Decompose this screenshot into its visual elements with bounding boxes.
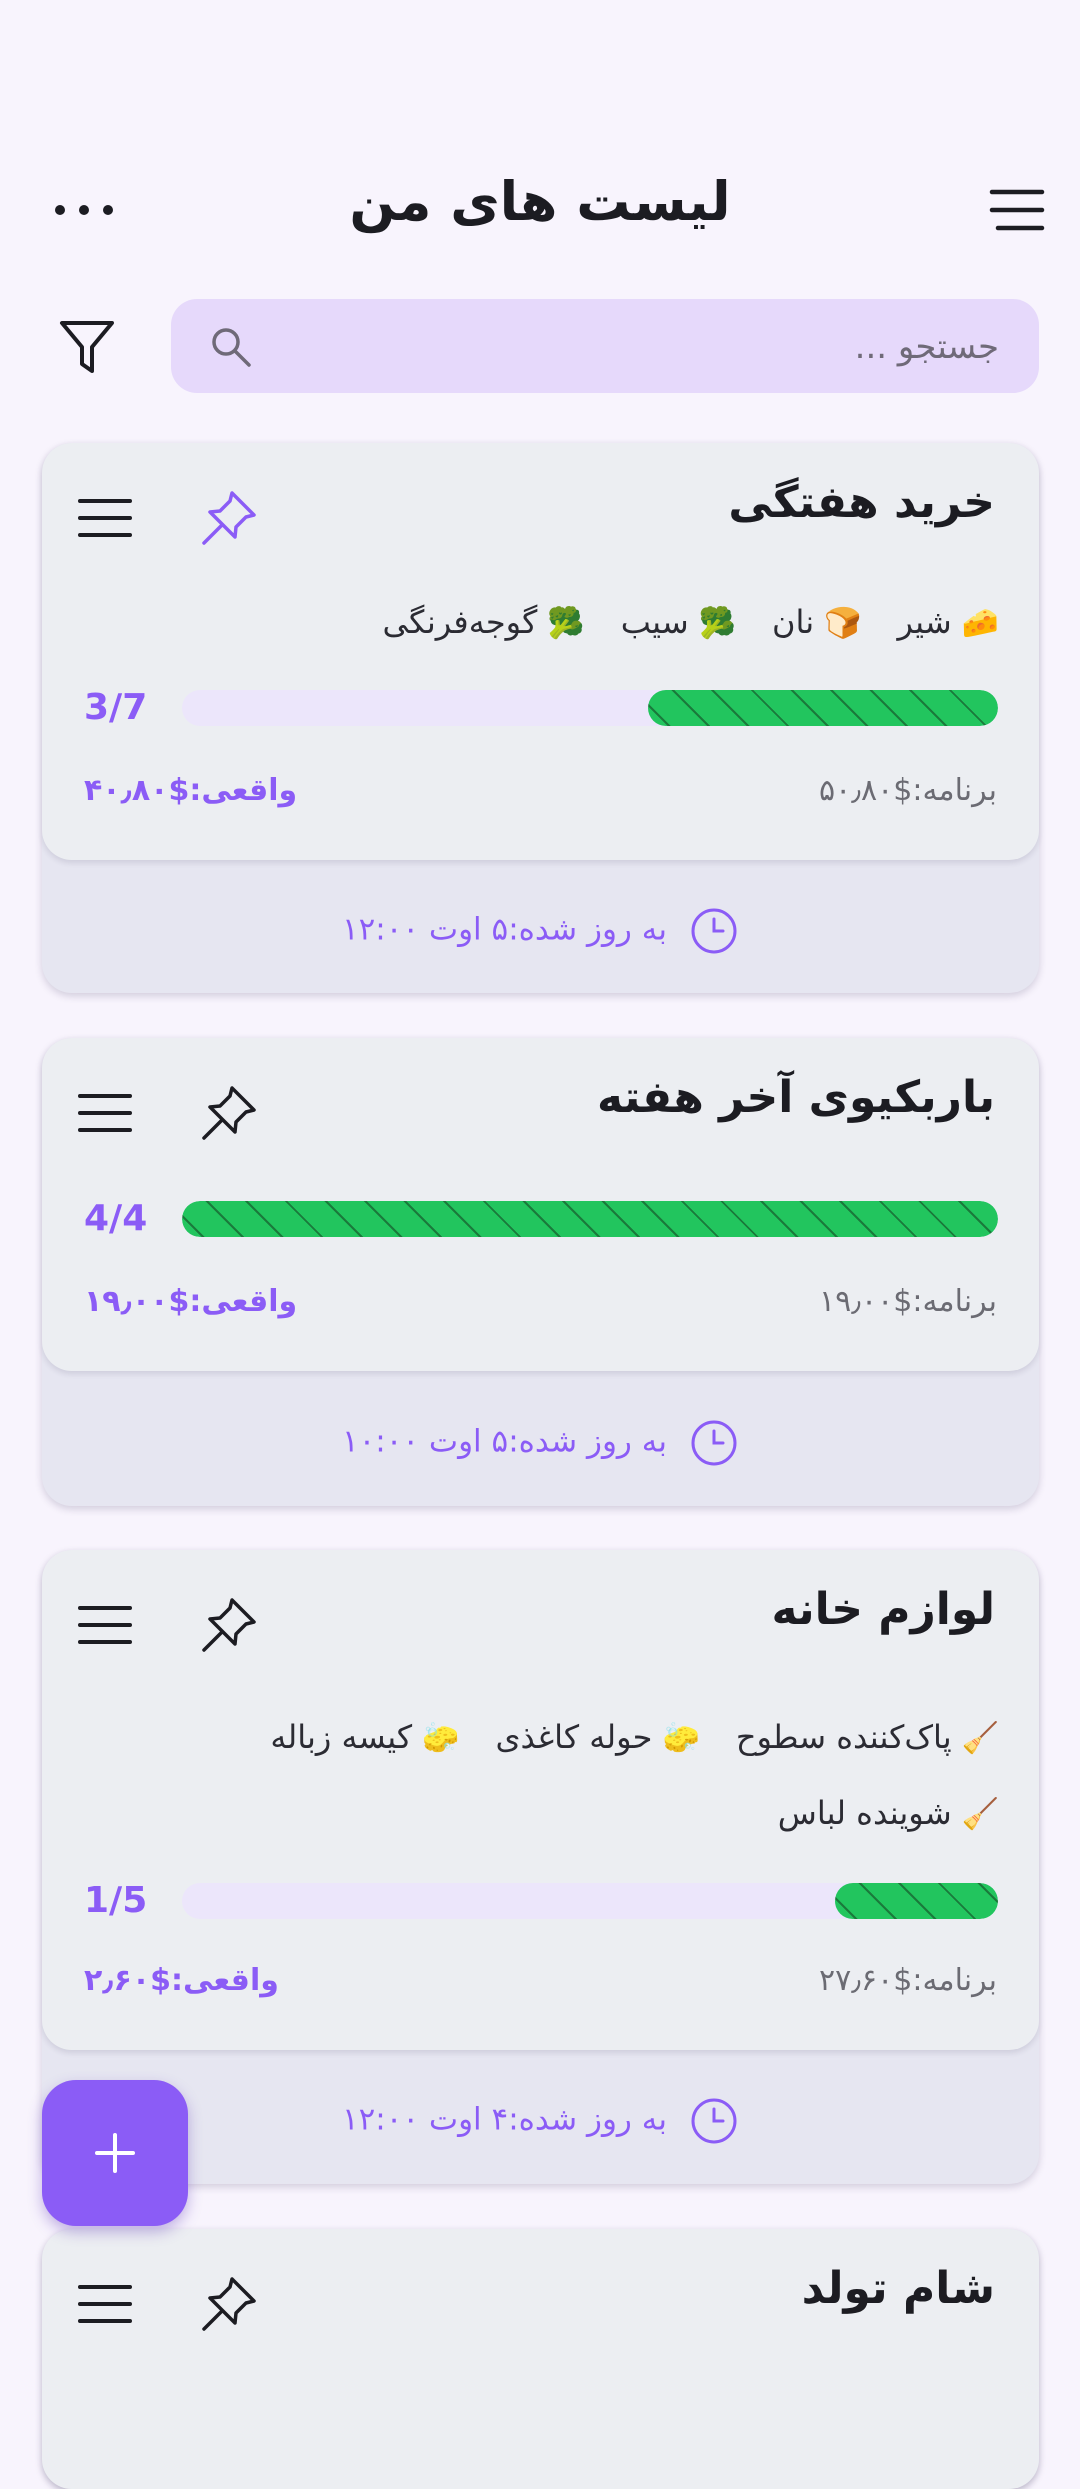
clock-icon — [691, 1420, 737, 1466]
list-items-preview: 🧹پاک‌کننده سطوح 🧽حوله کاغذی 🧽کیسه زباله — [270, 1718, 999, 1756]
last-updated-text: به روز شده:۵ اوت ۱۲:۰۰ — [342, 911, 667, 948]
card-menu-button[interactable] — [72, 488, 138, 548]
last-updated: به روز شده:۵ اوت ۱۰:۰۰ — [42, 1418, 1039, 1468]
list-title: لوازم خانه — [771, 1584, 995, 1635]
list-item: 🧽کیسه زباله — [270, 1718, 460, 1756]
progress-fill — [834, 1883, 998, 1919]
list-item: 🧽حوله کاغذی — [495, 1718, 700, 1756]
list-title: شام تولد — [801, 2263, 995, 2314]
list-item: 🧹شوینده لباس — [777, 1794, 999, 1832]
list-items-preview: 🧀شیر 🍞نان 🥦سیب 🥦گوجه‌فرنگی — [382, 603, 999, 641]
pin-button[interactable] — [194, 1078, 264, 1148]
card-menu-button[interactable] — [72, 1083, 138, 1143]
actual-spend: واقعی:$۱۹٫۰۰ — [84, 1284, 298, 1319]
actual-spend: واقعی:$۲٫۶۰ — [84, 1963, 279, 1998]
pin-icon — [202, 1086, 256, 1140]
search-input[interactable] — [377, 299, 1001, 395]
clock-icon — [691, 2098, 737, 2144]
planned-budget: برنامه:$۵۰٫۸۰ — [819, 773, 997, 808]
progress-count: 3/7 — [84, 687, 148, 728]
list-card[interactable]: شام تولد — [42, 2229, 1039, 2489]
pin-button[interactable] — [194, 2269, 264, 2339]
last-updated-text: به روز شده:۴ اوت ۱۲:۰۰ — [342, 2101, 667, 2138]
progress-fill — [182, 1201, 998, 1237]
progress-bar — [182, 1883, 998, 1919]
main-menu-button[interactable] — [982, 180, 1052, 240]
last-updated: به روز شده:۵ اوت ۱۲:۰۰ — [42, 906, 1039, 956]
actual-spend: واقعی:$۴۰٫۸۰ — [84, 773, 298, 808]
list-title: باربکیوی آخر هفته — [597, 1072, 995, 1123]
last-updated-text: به روز شده:۵ اوت ۱۰:۰۰ — [342, 1423, 667, 1460]
filter-button[interactable] — [52, 312, 122, 382]
list-card[interactable]: باربکیوی آخر هفته 4/4 برنامه:$۱۹٫۰۰ واقع… — [42, 1038, 1039, 1506]
page-title: لیست های من — [349, 170, 731, 233]
search-bar[interactable] — [171, 299, 1039, 395]
pin-icon — [202, 1598, 256, 1652]
card-menu-button[interactable] — [72, 1595, 138, 1655]
clock-icon — [691, 908, 737, 954]
plus-icon — [95, 2133, 135, 2173]
list-item: 🧀شیر — [897, 603, 999, 641]
pin-icon — [202, 2277, 256, 2331]
list-item: 🥦گوجه‌فرنگی — [382, 603, 585, 641]
list-item: 🧹پاک‌کننده سطوح — [735, 1718, 999, 1756]
filter-icon — [60, 321, 114, 373]
list-item: 🥦سیب — [620, 603, 736, 641]
progress-bar — [182, 690, 998, 726]
list-items-preview: 🧹شوینده لباس — [778, 1794, 999, 1832]
pin-icon — [202, 491, 256, 545]
list-card[interactable]: لوازم خانه 🧹پاک‌کننده سطوح 🧽حوله کاغذی 🧽کی… — [42, 1550, 1039, 2184]
progress-fill — [648, 690, 998, 726]
hamburger-menu-icon — [989, 189, 1045, 231]
add-list-button[interactable] — [42, 2080, 188, 2226]
pin-button[interactable] — [194, 1590, 264, 1660]
list-title: خرید هفتگی — [728, 477, 995, 528]
progress-count: 1/5 — [84, 1880, 148, 1921]
pin-button[interactable] — [194, 483, 264, 553]
card-menu-button[interactable] — [72, 2274, 138, 2334]
last-updated: به روز شده:۴ اوت ۱۲:۰۰ — [42, 2096, 1039, 2146]
list-card[interactable]: خرید هفتگی 🧀شیر 🍞نان 🥦سیب 🥦گوجه‌فرنگی 3/7 ب… — [42, 443, 1039, 993]
hamburger-menu-icon — [78, 2285, 132, 2323]
progress-count: 4/4 — [84, 1198, 148, 1239]
search-icon — [212, 328, 251, 367]
planned-budget: برنامه:$۲۷٫۶۰ — [819, 1963, 997, 1998]
planned-budget: برنامه:$۱۹٫۰۰ — [819, 1284, 997, 1319]
hamburger-menu-icon — [78, 1094, 132, 1132]
hamburger-menu-icon — [78, 1606, 132, 1644]
hamburger-menu-icon — [78, 499, 132, 537]
progress-bar — [182, 1201, 998, 1237]
list-item: 🍞نان — [772, 603, 862, 641]
